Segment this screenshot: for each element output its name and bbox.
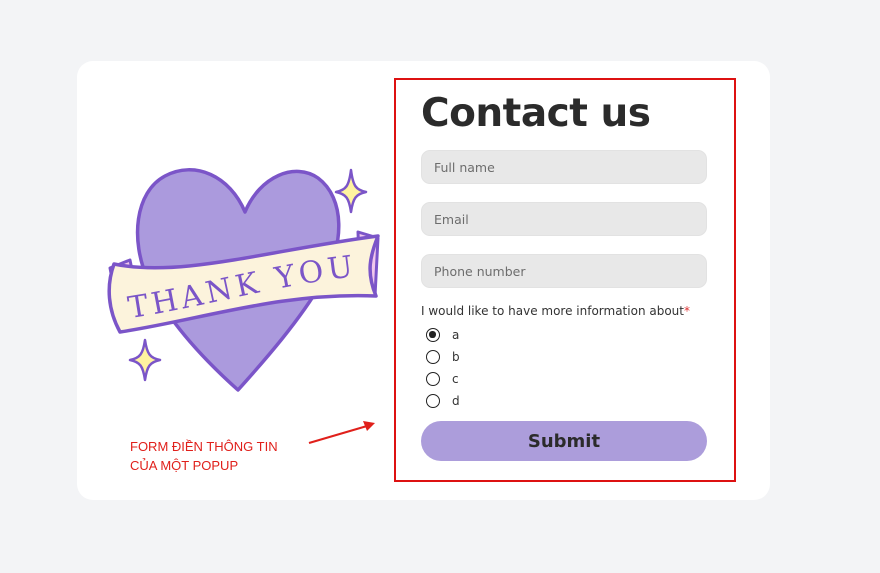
email-input[interactable] (421, 202, 707, 236)
option-d[interactable]: d (426, 390, 460, 412)
contact-form: Contact us I would like to have more inf… (421, 88, 708, 461)
annotation-line-2: CỦA MỘT POPUP (130, 458, 239, 473)
option-label: a (452, 328, 460, 342)
radio-button[interactable] (426, 394, 440, 408)
option-c[interactable]: c (426, 368, 460, 390)
page-title: Contact us (421, 91, 651, 136)
question-label: I would like to have more information ab… (421, 304, 690, 318)
radio-button-checked[interactable] (426, 328, 440, 342)
option-group: a b c d (426, 324, 460, 412)
option-b[interactable]: b (426, 346, 460, 368)
required-mark: * (683, 304, 690, 318)
phone-number-input[interactable] (421, 254, 707, 288)
option-label: d (452, 394, 460, 408)
thank-you-illustration: THANK YOU (107, 168, 380, 392)
annotation-line-1: FORM ĐIỀN THÔNG TIN (130, 439, 278, 454)
full-name-input[interactable] (421, 150, 707, 184)
annotation-arrow-icon (308, 421, 375, 445)
option-a[interactable]: a (426, 324, 460, 346)
sparkle-icon (128, 338, 162, 382)
annotation-note: FORM ĐIỀN THÔNG TIN CỦA MỘT POPUP (130, 437, 278, 475)
submit-button[interactable]: Submit (421, 421, 707, 461)
radio-button[interactable] (426, 372, 440, 386)
question-text: I would like to have more information ab… (421, 304, 684, 318)
option-label: c (452, 372, 459, 386)
option-label: b (452, 350, 460, 364)
sparkle-icon (334, 168, 368, 214)
radio-button[interactable] (426, 350, 440, 364)
